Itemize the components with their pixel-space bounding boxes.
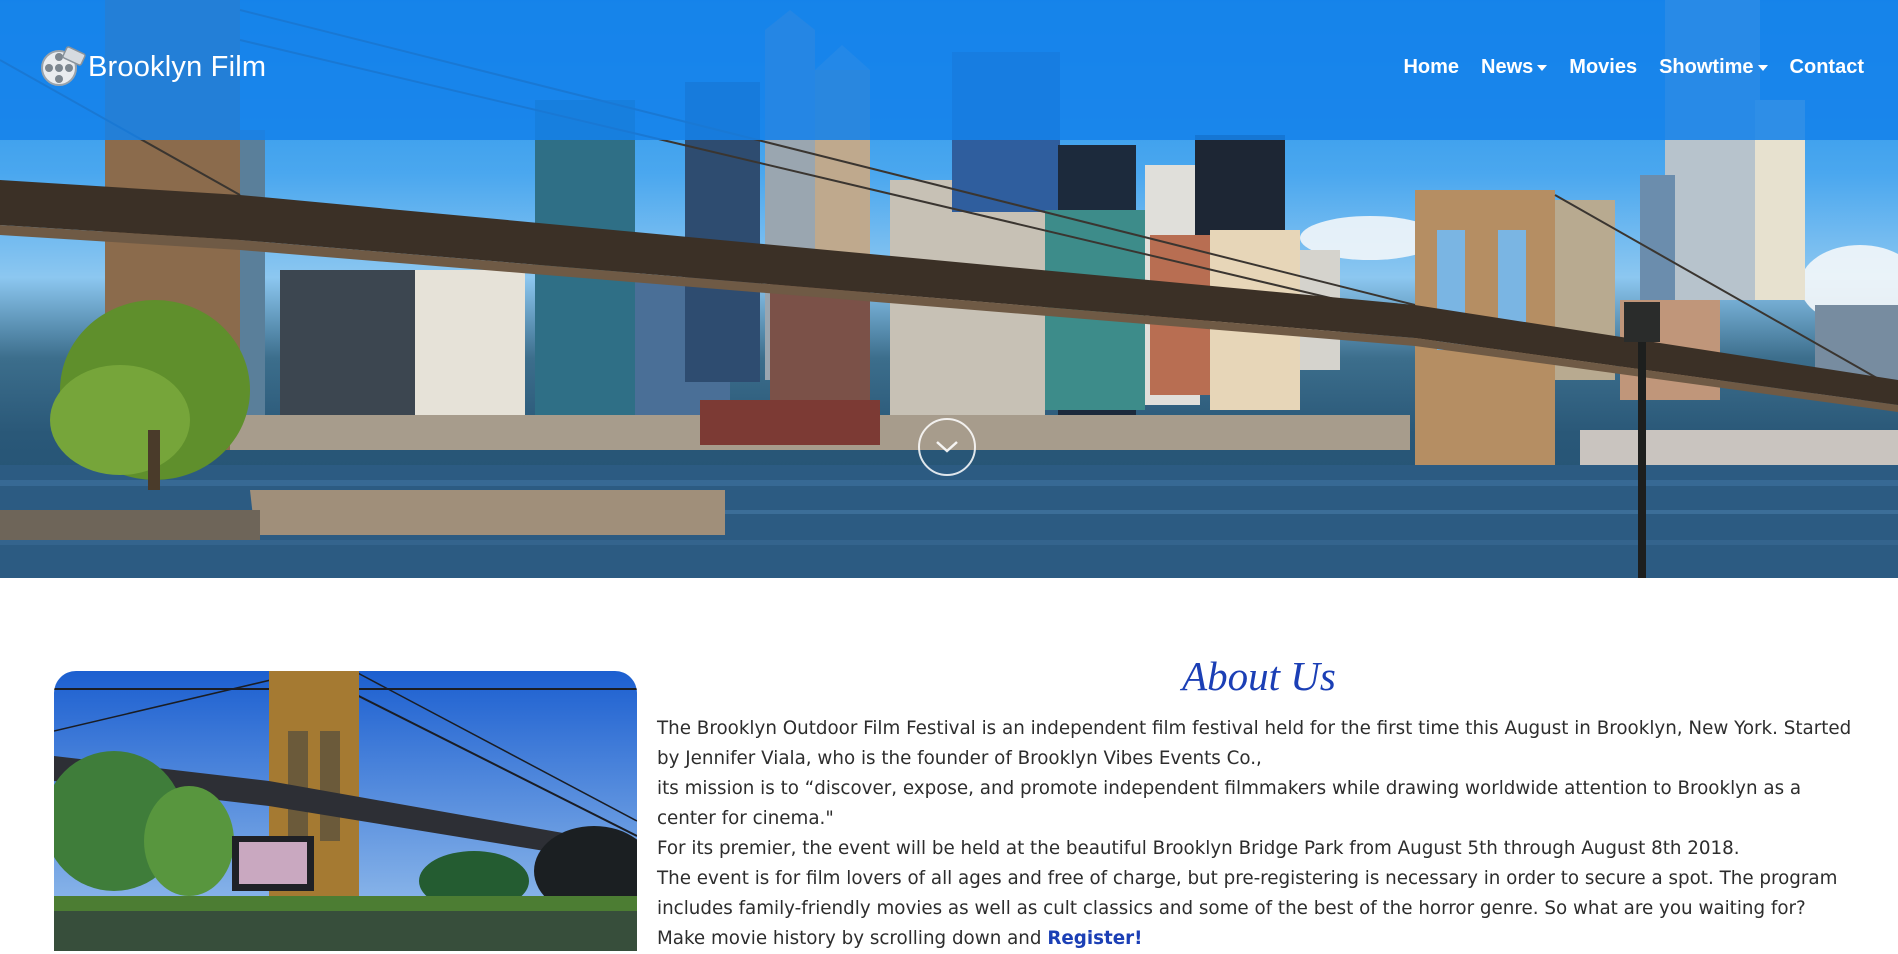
navbar: Brooklyn Film Home News Movies Showtime …: [0, 0, 1898, 140]
about-title: About Us: [1182, 653, 1336, 699]
nav-home-label: Home: [1403, 56, 1460, 78]
nav-home[interactable]: Home: [1403, 56, 1459, 79]
nav-movies[interactable]: Movies: [1569, 56, 1637, 79]
nav-contact[interactable]: Contact: [1790, 56, 1864, 79]
nav-showtime-dropdown[interactable]: Showtime: [1659, 56, 1768, 79]
nav-movies-label: Movies: [1569, 56, 1638, 78]
chevron-down-icon: [936, 441, 958, 453]
about-paragraph-register: The event is for film lovers of all ages…: [657, 864, 1857, 954]
about-description: The Brooklyn Outdoor Film Festival is an…: [657, 714, 1857, 954]
register-link[interactable]: Register!: [1047, 928, 1142, 949]
about-paragraph: its mission is to “discover, expose, and…: [657, 778, 1802, 829]
nav-news-label: News: [1481, 56, 1534, 78]
brand-link[interactable]: Brooklyn Film: [40, 44, 266, 90]
about-paragraph: The Brooklyn Outdoor Film Festival is an…: [657, 718, 1852, 769]
nav-showtime-label: Showtime: [1659, 56, 1754, 78]
nav-news-dropdown[interactable]: News: [1481, 56, 1548, 79]
brand-name: Brooklyn Film: [88, 50, 267, 83]
caret-down-icon: [1757, 64, 1768, 71]
scroll-down-button[interactable]: [918, 418, 976, 476]
caret-down-icon: [1537, 64, 1548, 71]
film-reel-icon: [41, 46, 86, 86]
main-nav: Home News Movies Showtime Contact: [1381, 56, 1864, 79]
nav-contact-label: Contact: [1789, 56, 1864, 78]
about-paragraph: For its premier, the event will be held …: [657, 838, 1740, 859]
about-paragraph-text: The event is for film lovers of all ages…: [657, 868, 1838, 949]
hero-section: Brooklyn Film Home News Movies Showtime …: [0, 0, 1898, 578]
about-image: [54, 671, 637, 951]
